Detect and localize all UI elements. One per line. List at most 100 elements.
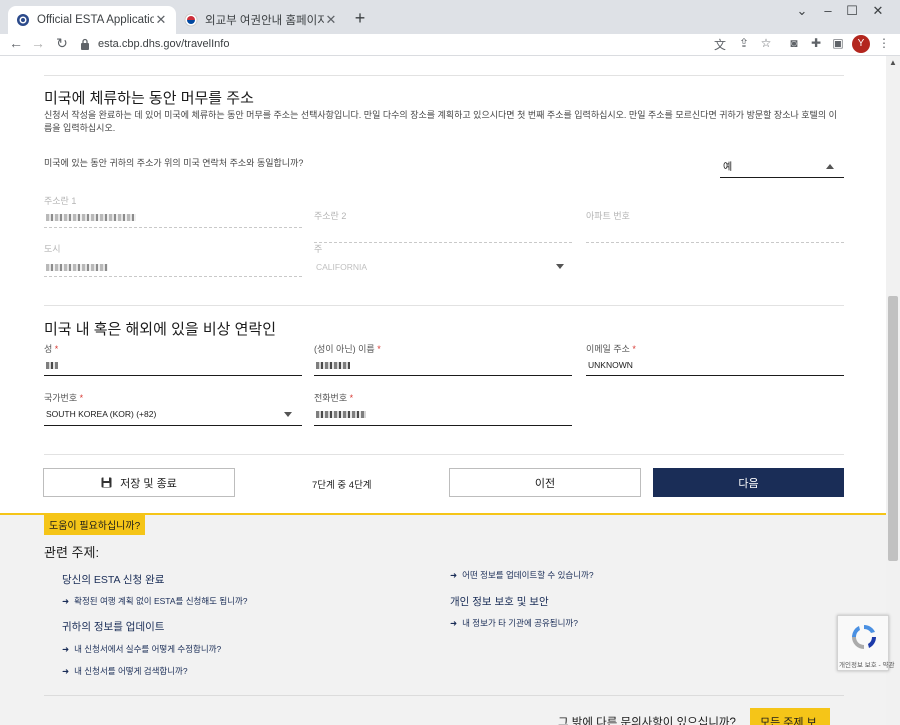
address1-label: 주소란 1 xyxy=(44,196,77,206)
phone-field[interactable]: 전화번호 * xyxy=(314,391,572,426)
city-label: 도시 xyxy=(44,244,61,254)
country-code-select[interactable]: 국가번호 * SOUTH KOREA (KOR) (+82) xyxy=(44,391,302,426)
apartment-field: 아파트 번호 xyxy=(586,209,844,243)
view-all-topics-button[interactable]: 모든 주제 보기 xyxy=(750,708,830,725)
side-panel-icon[interactable]: ▣ xyxy=(830,36,846,52)
topic-privacy-security[interactable]: 개인 정보 보호 및 보안 xyxy=(450,594,549,609)
phone-label: 전화번호 * xyxy=(314,393,354,403)
field-underline xyxy=(314,375,572,376)
close-tab-icon[interactable]: ✕ xyxy=(154,12,168,28)
topic-complete-application[interactable]: 당신의 ESTA 신청 완료 xyxy=(62,572,164,587)
minimize-icon[interactable]: – xyxy=(818,3,838,18)
forward-icon[interactable]: → xyxy=(28,35,48,51)
phone-value xyxy=(316,409,366,419)
bookmark-star-icon[interactable]: ☆ xyxy=(758,36,774,52)
previous-label: 이전 xyxy=(534,477,556,490)
country-code-label: 국가번호 * xyxy=(44,393,84,403)
help-link[interactable]: ➜ 내 신청서를 어떻게 검색합니까? xyxy=(62,665,188,677)
camera-icon[interactable]: ◙ xyxy=(786,36,802,52)
scrollbar-thumb[interactable] xyxy=(888,296,898,561)
save-exit-label: 저장 및 종료 xyxy=(120,477,177,490)
surname-field[interactable]: 성 * xyxy=(44,342,302,376)
field-underline xyxy=(44,276,302,277)
arrow-right-icon: ➜ xyxy=(62,596,70,606)
chevron-down-icon xyxy=(284,412,292,417)
browser-toolbar: ← → ↻ esta.cbp.dhs.gov/travelInfo 文 ⇪ ☆ … xyxy=(0,34,900,56)
address-section-description: 신청서 작성을 완료하는 데 있어 미국에 체류하는 동안 머무를 주소는 선택… xyxy=(44,110,837,133)
given-name-label: (성이 아닌) 이름 * xyxy=(314,344,381,354)
help-link[interactable]: ➜ 확정된 여행 계획 없이 ESTA를 신청해도 됩니까? xyxy=(62,595,248,607)
save-exit-button[interactable]: 저장 및 종료 xyxy=(43,468,235,497)
recaptcha-privacy-terms[interactable]: 개인정보 보호 - 약관 xyxy=(839,659,894,669)
related-topics-title: 관련 주제: xyxy=(44,545,100,560)
step-indicator: 7단계 중 4단계 xyxy=(312,480,372,491)
field-underline xyxy=(586,375,844,376)
same-address-question: 미국에 있는 동안 귀하의 주소가 위의 미국 연락처 주소와 동일합니까? xyxy=(44,158,304,168)
address1-value xyxy=(46,212,136,222)
country-code-value: SOUTH KOREA (KOR) (+82) xyxy=(46,409,157,419)
more-questions-text: 그 밖에 다른 문의사항이 있으십니까? xyxy=(558,717,736,725)
address2-field: 주소란 2 xyxy=(314,209,572,243)
email-field[interactable]: 이메일 주소 * UNKNOWN xyxy=(586,342,844,376)
close-tab-icon[interactable]: ✕ xyxy=(324,12,338,28)
surname-label: 성 * xyxy=(44,344,59,354)
chevron-down-icon xyxy=(556,264,564,269)
chevron-up-icon xyxy=(826,164,834,169)
previous-button[interactable]: 이전 xyxy=(449,468,641,497)
field-underline xyxy=(314,425,572,426)
divider xyxy=(44,305,844,306)
email-label: 이메일 주소 * xyxy=(586,344,636,354)
close-window-icon[interactable]: ✕ xyxy=(868,3,888,19)
arrow-right-icon: ➜ xyxy=(62,666,70,676)
state-label: 주 xyxy=(314,244,323,254)
address1-field: 주소란 1 xyxy=(44,194,302,228)
apartment-label: 아파트 번호 xyxy=(586,211,630,221)
city-value xyxy=(46,262,108,272)
next-label: 다음 xyxy=(738,477,759,490)
help-link[interactable]: ➜ 내 신청서에서 실수를 어떻게 수정합니까? xyxy=(62,643,221,655)
same-address-value: 예 xyxy=(723,162,733,173)
field-underline xyxy=(44,425,302,426)
arrow-right-icon: ➜ xyxy=(450,618,458,628)
new-tab-button[interactable]: + xyxy=(350,8,370,29)
tab-esta[interactable]: Official ESTA Application Websi ✕ xyxy=(8,6,176,34)
help-link[interactable]: ➜ 어떤 정보를 업데이트할 수 있습니까? xyxy=(450,569,594,581)
browser-tab-bar: Official ESTA Application Websi ✕ 외교부 여권… xyxy=(0,0,900,34)
field-underline xyxy=(44,375,302,376)
recaptcha-icon xyxy=(851,624,877,649)
field-underline xyxy=(586,242,844,243)
extensions-icon[interactable]: ✚ xyxy=(808,36,824,52)
korea-flag-icon xyxy=(184,13,198,27)
help-link[interactable]: ➜ 내 정보가 타 기관에 공유됩니까? xyxy=(450,617,578,629)
same-address-select[interactable]: 예 xyxy=(720,153,844,178)
tab-title: 외교부 여권안내 홈페이지 xyxy=(205,15,324,27)
given-name-field[interactable]: (성이 아닌) 이름 * xyxy=(314,342,572,376)
divider xyxy=(44,75,844,76)
back-icon[interactable]: ← xyxy=(6,35,26,51)
topic-update-info[interactable]: 귀하의 정보를 업데이트 xyxy=(62,619,164,634)
arrow-right-icon: ➜ xyxy=(450,570,458,580)
tab-passport[interactable]: 외교부 여권안내 홈페이지 ✕ xyxy=(176,6,346,34)
maximize-icon[interactable]: ☐ xyxy=(842,3,862,19)
translate-icon[interactable]: 文 xyxy=(712,36,728,52)
next-button[interactable]: 다음 xyxy=(653,468,844,497)
share-icon[interactable]: ⇪ xyxy=(736,36,752,52)
dhs-seal-icon xyxy=(17,14,29,26)
surname-value xyxy=(46,360,58,370)
reload-icon[interactable]: ↻ xyxy=(52,35,72,52)
floppy-disk-icon xyxy=(101,477,112,488)
city-field: 도시 xyxy=(44,242,302,277)
page-content: 미국에 체류하는 동안 머무를 주소 신청서 작성을 완료하는 데 있어 미국에… xyxy=(0,56,886,725)
state-value: CALIFORNIA xyxy=(316,262,368,272)
emergency-section-title: 미국 내 혹은 해외에 있을 비상 연락인 xyxy=(44,321,277,338)
help-badge: 도움이 필요하십니까? xyxy=(44,514,146,535)
recaptcha-badge[interactable]: 개인정보 보호 - 약관 xyxy=(837,615,894,671)
address-bar[interactable]: esta.cbp.dhs.gov/travelInfo xyxy=(80,34,780,54)
arrow-right-icon: ➜ xyxy=(62,644,70,654)
url-text: esta.cbp.dhs.gov/travelInfo xyxy=(98,38,230,50)
scroll-up-arrow-icon[interactable]: ▲ xyxy=(889,58,897,67)
dropdown-icon[interactable]: ⌄ xyxy=(792,3,812,19)
menu-kebab-icon[interactable]: ⋮ xyxy=(876,36,892,52)
profile-avatar[interactable]: Y xyxy=(852,35,870,53)
help-section: 도움이 필요하십니까? 관련 주제: 당신의 ESTA 신청 완료 ➜ 확정된 여… xyxy=(0,513,886,725)
